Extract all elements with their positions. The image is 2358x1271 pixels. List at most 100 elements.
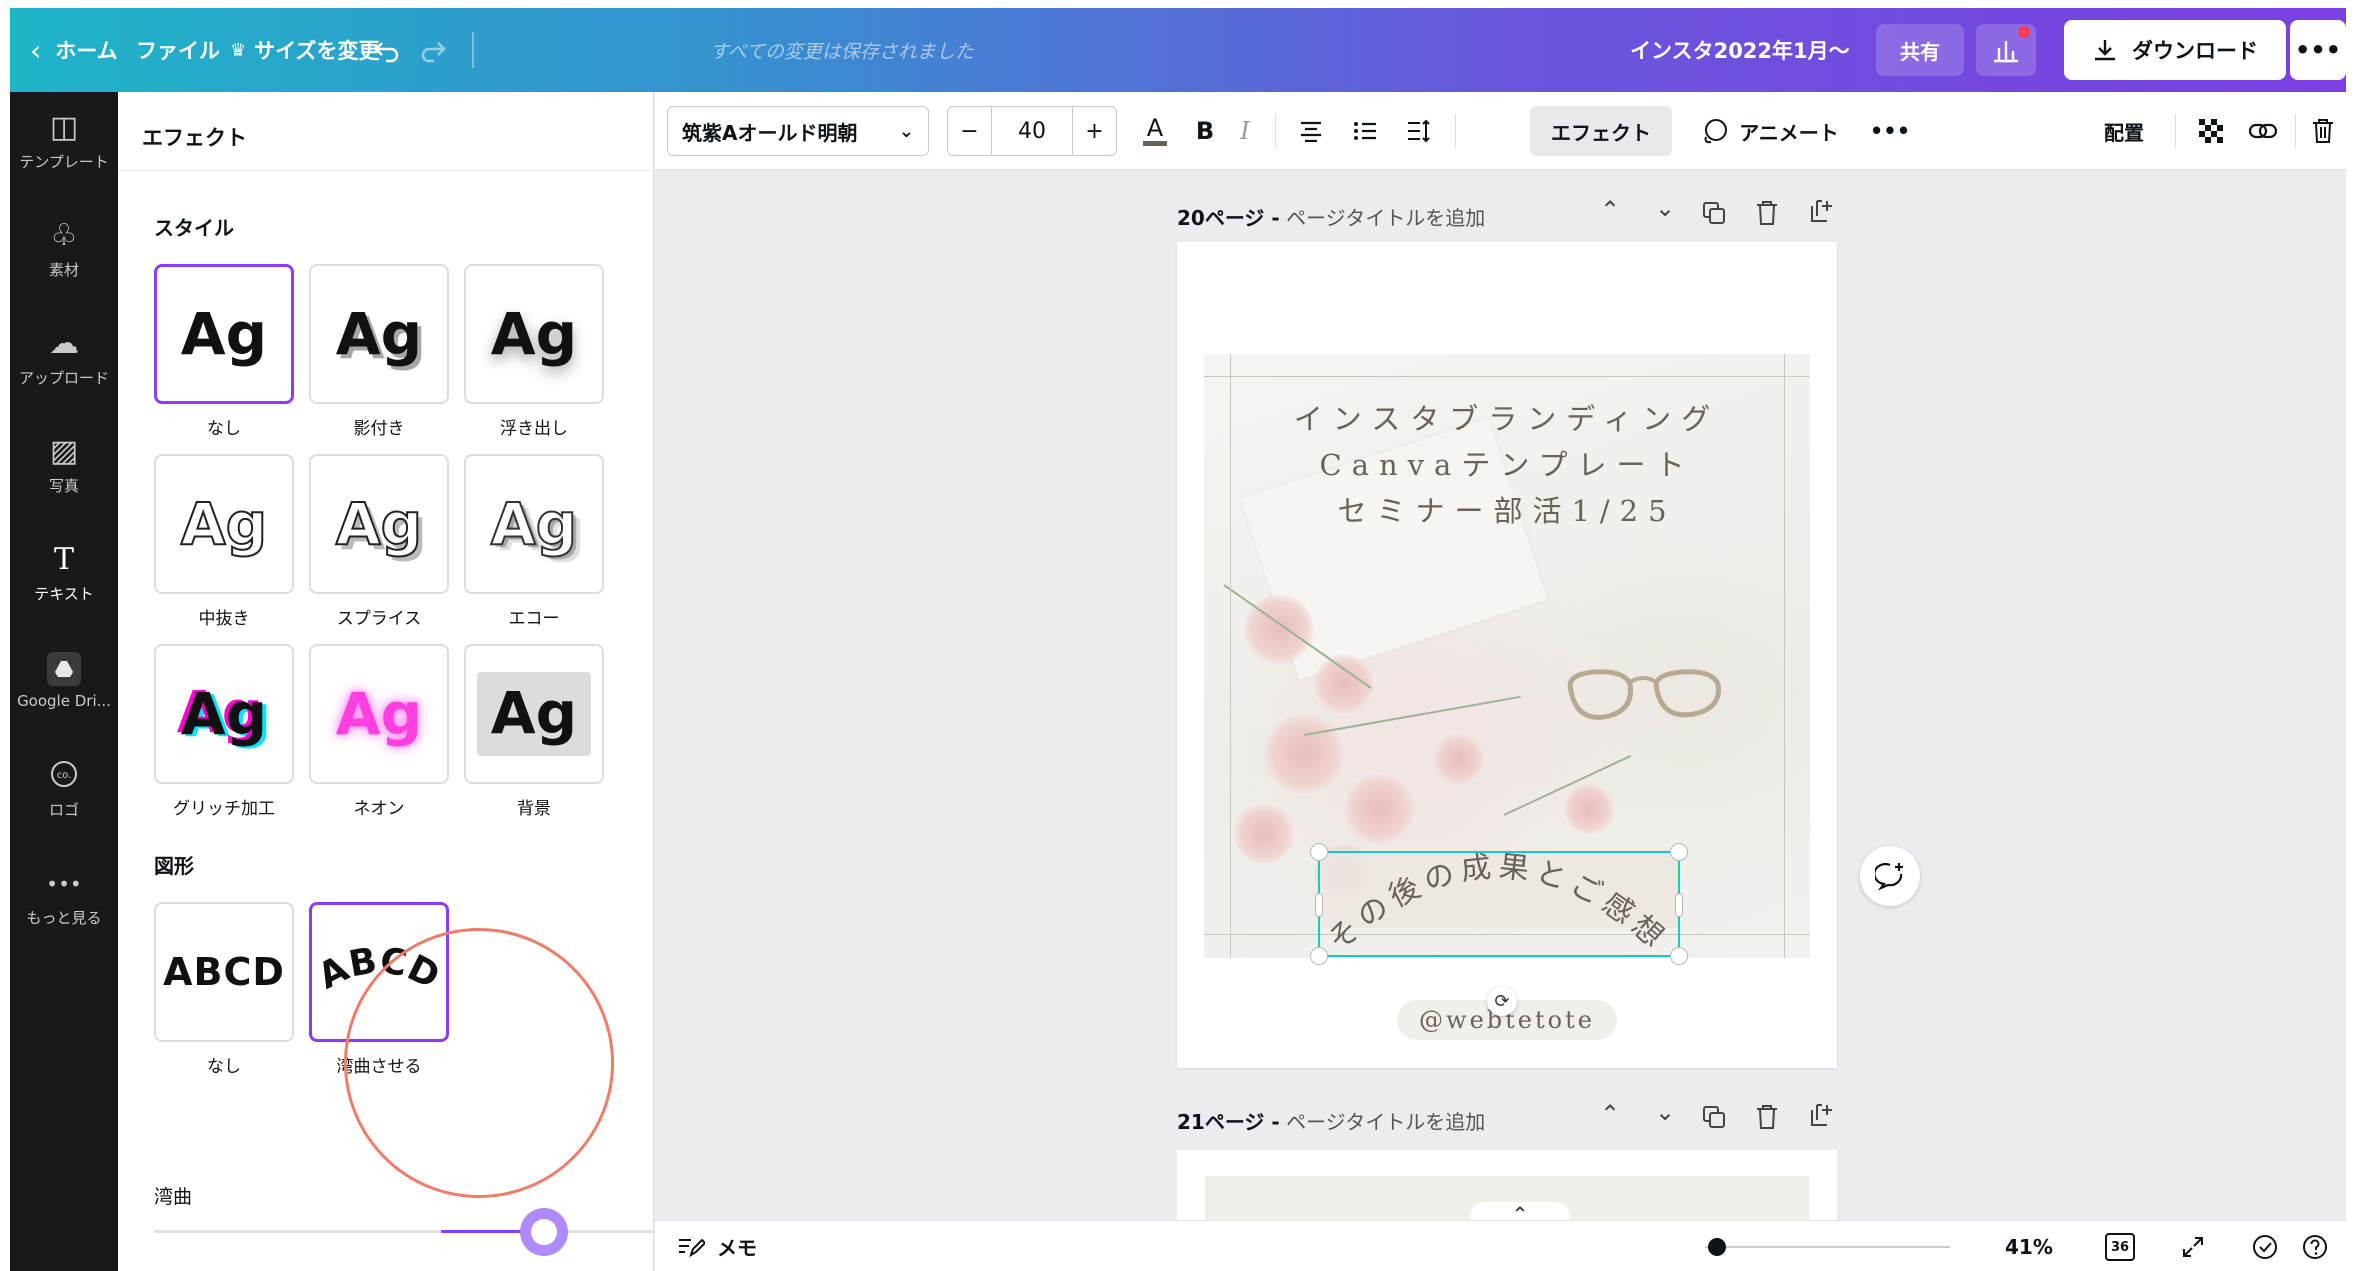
resize-button[interactable]: ♛ サイズを変更: [230, 8, 380, 92]
duplicate-page-icon[interactable]: [1701, 200, 1727, 226]
shape-sample: ABCD: [163, 950, 285, 994]
transparency-button[interactable]: [2189, 106, 2233, 156]
style-hollow-tile[interactable]: Ag: [154, 454, 294, 594]
list-button[interactable]: [1343, 106, 1387, 156]
redo-button[interactable]: [418, 8, 448, 92]
rail-item-uploads[interactable]: ☁ アップロード: [10, 312, 118, 402]
resize-handle[interactable]: [1675, 893, 1683, 917]
page-down-icon[interactable]: ⌄: [1655, 1098, 1675, 1126]
decrease-size-button[interactable]: −: [948, 107, 992, 155]
rail-item-logos[interactable]: co. ロゴ: [10, 744, 118, 834]
page-count-button[interactable]: 36: [2105, 1233, 2135, 1261]
bold-button[interactable]: B: [1185, 106, 1225, 156]
zoom-slider[interactable]: [1705, 1238, 1950, 1256]
animate-button[interactable]: アニメート: [1690, 106, 1850, 156]
font-size-stepper: − 40 +: [947, 106, 1117, 156]
style-splice-tile[interactable]: Ag: [309, 454, 449, 594]
delete-page-icon[interactable]: [1755, 200, 1779, 226]
effects-button[interactable]: エフェクト: [1530, 106, 1672, 156]
share-button[interactable]: 共有: [1876, 24, 1964, 76]
resize-handle[interactable]: [1315, 893, 1323, 917]
flower: [1234, 804, 1294, 864]
help-button[interactable]: [2295, 1221, 2335, 1271]
style-none-tile[interactable]: Ag: [154, 264, 294, 404]
rail-label: ロゴ: [48, 800, 79, 819]
check-button[interactable]: [2245, 1221, 2285, 1271]
design-title-line-2[interactable]: Canvaテンプレート: [1204, 442, 1810, 484]
document-title[interactable]: インスタ2022年1月〜: [1630, 8, 1850, 92]
insights-button[interactable]: [1976, 24, 2036, 76]
more-tools-button[interactable]: •••: [1865, 106, 1915, 156]
rail-item-photos[interactable]: ▨ 写真: [10, 420, 118, 510]
style-background-tile[interactable]: Ag: [464, 644, 604, 784]
style-label: エコー: [508, 609, 560, 629]
resize-handle[interactable]: [1670, 843, 1688, 861]
style-lift-tile[interactable]: Ag: [464, 264, 604, 404]
position-button[interactable]: 配置: [2089, 106, 2159, 156]
page-up-icon[interactable]: ⌃: [1600, 1100, 1620, 1128]
increase-size-button[interactable]: +: [1072, 107, 1116, 155]
zoom-level[interactable]: 41%: [2005, 1221, 2053, 1271]
rail-item-templates[interactable]: ◫ テンプレート: [10, 96, 118, 186]
top-bar: ‹ ホーム ファイル ♛ サイズを変更 すべての変更は保存されました インスタ2…: [10, 8, 2346, 92]
home-label: ホーム: [55, 39, 118, 63]
style-echo-tile[interactable]: Ag: [464, 454, 604, 594]
page-title-placeholder[interactable]: ページタイトルを追加: [1286, 206, 1485, 230]
delete-page-icon[interactable]: [1755, 1104, 1779, 1130]
italic-button[interactable]: I: [1225, 106, 1265, 156]
curve-slider[interactable]: [154, 1208, 728, 1256]
font-size-input[interactable]: 40: [992, 107, 1072, 155]
download-button[interactable]: ダウンロード: [2064, 20, 2286, 80]
style-neon-tile[interactable]: Ag: [309, 644, 449, 784]
design-title-line-1[interactable]: インスタブランディング: [1204, 396, 1810, 438]
curve-slider-thumb[interactable]: [520, 1208, 569, 1256]
add-page-icon[interactable]: [1809, 198, 1835, 224]
shape-none-tile[interactable]: ABCD: [154, 902, 294, 1042]
resize-label: サイズを変更: [254, 39, 380, 63]
rail-item-more[interactable]: ••• もっと見る: [10, 852, 118, 942]
text-color-letter: A: [1146, 113, 1164, 142]
page-20-header: 20ページ - ページタイトルを追加: [1177, 202, 1485, 231]
shape-heading: 図形: [154, 854, 194, 878]
rail-label: Google Dri...: [17, 692, 111, 710]
resize-handle[interactable]: [1670, 947, 1688, 965]
fullscreen-button[interactable]: [2173, 1221, 2213, 1271]
rail-label: もっと見る: [26, 908, 102, 927]
duplicate-page-icon[interactable]: [1701, 1104, 1727, 1130]
add-comment-button[interactable]: [1860, 846, 1920, 906]
file-menu-button[interactable]: ファイル: [136, 8, 220, 92]
page-down-icon[interactable]: ⌄: [1655, 194, 1675, 222]
more-options-button[interactable]: •••: [2290, 20, 2346, 80]
add-page-icon[interactable]: [1809, 1102, 1835, 1128]
page-panel-toggle[interactable]: ⌃: [1470, 1202, 1570, 1220]
resize-handle[interactable]: [1310, 947, 1328, 965]
home-button[interactable]: ‹ ホーム: [30, 8, 118, 92]
style-shadow-tile[interactable]: Ag: [309, 264, 449, 404]
style-glitch-tile[interactable]: Ag: [154, 644, 294, 784]
notes-button[interactable]: メモ: [677, 1221, 757, 1271]
style-label: 中抜き: [198, 609, 250, 629]
text-color-button[interactable]: A: [1133, 106, 1177, 156]
style-sample: Ag: [180, 300, 268, 368]
spacing-button[interactable]: [1397, 106, 1441, 156]
undo-icon: [374, 42, 399, 63]
rotate-icon[interactable]: ⟳: [1487, 986, 1517, 1016]
zoom-slider-thumb[interactable]: [1708, 1238, 1727, 1256]
resize-handle[interactable]: [1310, 843, 1328, 861]
delete-element-button[interactable]: [2303, 106, 2343, 156]
page-up-icon[interactable]: ⌃: [1600, 196, 1620, 224]
page-title-placeholder[interactable]: ページタイトルを追加: [1286, 1110, 1485, 1134]
link-button[interactable]: [2241, 106, 2285, 156]
page-20[interactable]: インスタブランディング Canvaテンプレート セミナー部活1/25 その後の成…: [1177, 242, 1837, 1068]
chevron-left-icon: ‹: [30, 33, 42, 67]
line-spacing-icon: [1408, 119, 1430, 143]
undo-button[interactable]: [372, 8, 402, 92]
style-sample: Ag: [490, 300, 578, 368]
check-circle-icon: [2253, 1234, 2277, 1259]
rail-item-google-drive[interactable]: Google Dri...: [10, 636, 118, 726]
align-center-button[interactable]: [1289, 106, 1333, 156]
font-select[interactable]: 筑紫Aオールド明朝 ⌄: [667, 106, 929, 156]
rail-item-elements[interactable]: ♧ 素材: [10, 204, 118, 294]
rail-item-text[interactable]: T テキスト: [10, 528, 118, 618]
design-title-line-3[interactable]: セミナー部活1/25: [1204, 488, 1810, 530]
